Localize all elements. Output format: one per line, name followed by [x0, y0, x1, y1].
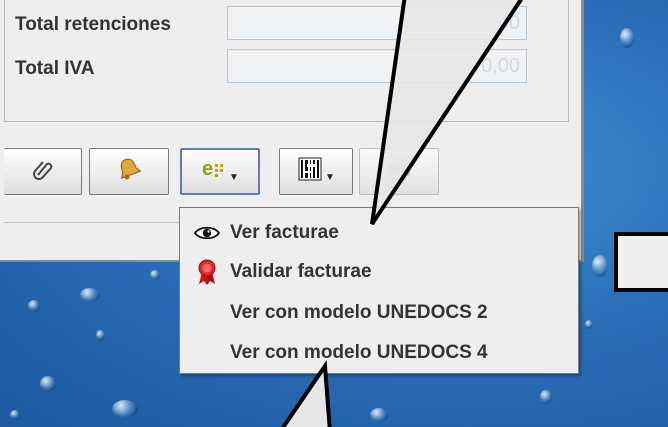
- totals-panel: Total retenciones 0,00 Total IVA 0,00: [4, 0, 569, 122]
- menu-item-validar-facturae[interactable]: Validar facturae: [180, 253, 578, 291]
- paperclip-icon: [32, 158, 54, 185]
- print-icon: [386, 156, 412, 187]
- total-retenciones-field[interactable]: 0,00: [227, 6, 527, 40]
- water-drop: [592, 255, 608, 277]
- water-drop: [80, 288, 100, 302]
- facturae-menu-button[interactable]: e ▼: [180, 148, 260, 195]
- svg-text:e: e: [202, 158, 213, 180]
- water-drop: [40, 376, 56, 392]
- eye-icon: [194, 220, 220, 246]
- print-button[interactable]: [359, 148, 439, 195]
- water-drop: [150, 270, 160, 280]
- chevron-down-icon: ▼: [325, 172, 335, 183]
- barcode-icon: [297, 156, 323, 187]
- total-iva-label: Total IVA: [15, 58, 95, 79]
- water-drop: [620, 28, 634, 48]
- chevron-down-icon: ▼: [229, 172, 239, 183]
- water-drop: [370, 408, 388, 422]
- facturae-popup-menu: Ver facturae Validar facturae Ver con mo…: [179, 207, 579, 374]
- menu-item-label: Ver con modelo UNEDOCS 4: [230, 342, 488, 363]
- menu-item-unedocs-4[interactable]: Ver con modelo UNEDOCS 4: [180, 334, 578, 372]
- callout-box: [614, 232, 668, 292]
- water-drop: [96, 330, 105, 341]
- facturae-icon: e: [201, 157, 227, 186]
- barcode-menu-button[interactable]: ▼: [279, 148, 353, 195]
- menu-item-ver-facturae[interactable]: Ver facturae: [180, 214, 578, 252]
- water-drop: [112, 400, 138, 418]
- menu-item-label: Ver con modelo UNEDOCS 2: [230, 302, 488, 323]
- water-drop: [540, 390, 552, 404]
- alerts-button[interactable]: [89, 148, 169, 195]
- callout-pointer-bottom: [280, 360, 332, 427]
- menu-item-label: Validar facturae: [230, 261, 372, 282]
- bell-icon: [115, 155, 143, 188]
- water-drop: [10, 410, 20, 420]
- attach-button[interactable]: [4, 148, 82, 195]
- water-drop: [28, 300, 40, 312]
- total-iva-field[interactable]: 0,00: [227, 49, 527, 83]
- total-retenciones-label: Total retenciones: [15, 14, 171, 35]
- menu-item-unedocs-2[interactable]: Ver con modelo UNEDOCS 2: [180, 294, 578, 332]
- menu-item-label: Ver facturae: [230, 222, 339, 243]
- ribbon-icon: [194, 259, 220, 285]
- water-drop: [585, 320, 593, 329]
- toolbar: e ▼ ▼: [4, 140, 569, 212]
